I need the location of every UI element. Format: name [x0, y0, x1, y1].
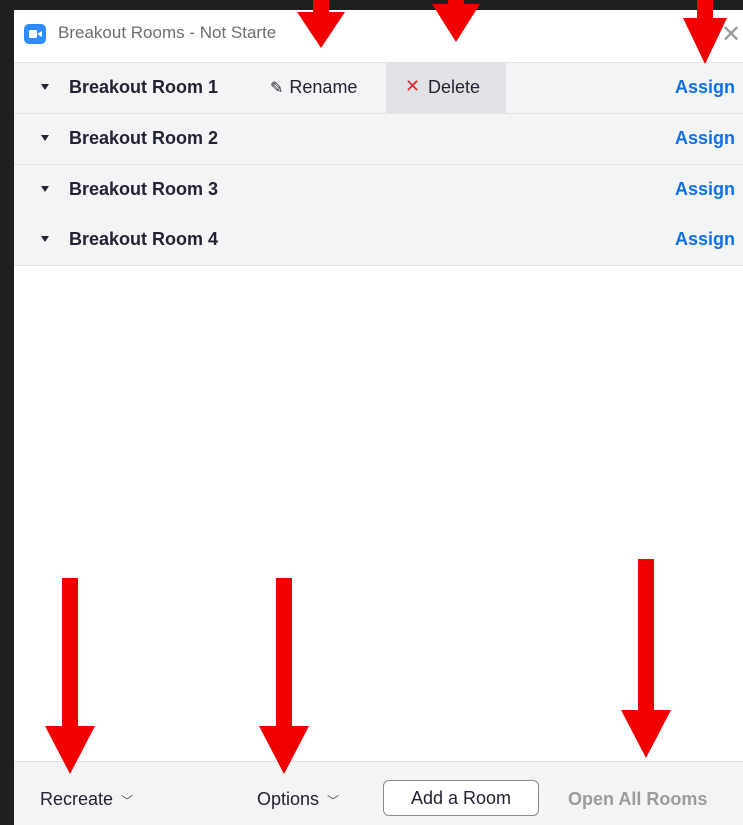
- room-row[interactable]: Breakout Room 1 ✎ Rename ✕ Delete Assign: [14, 63, 743, 114]
- delete-button[interactable]: ✕ Delete: [386, 63, 506, 113]
- footer-bar: Recreate ﹀ Options ﹀ Add a Room Open All R…: [14, 761, 743, 825]
- add-room-button[interactable]: Add a Room: [383, 780, 539, 816]
- options-label: Options: [257, 789, 320, 809]
- title-bar: Breakout Rooms - Not Starte ✕: [14, 10, 743, 63]
- room-row[interactable]: Breakout Room 2 Assign: [14, 114, 743, 165]
- caret-down-icon[interactable]: [41, 135, 49, 141]
- zoom-camera-icon: [24, 24, 46, 44]
- caret-down-icon[interactable]: [41, 84, 49, 90]
- room-name: Breakout Room 4: [69, 229, 219, 249]
- assign-button[interactable]: Assign: [675, 128, 735, 149]
- room-row[interactable]: Breakout Room 4 Assign: [14, 215, 743, 266]
- room-name: Breakout Room 2: [69, 128, 219, 148]
- open-all-rooms-button[interactable]: Open All Rooms: [568, 789, 707, 810]
- rename-button[interactable]: ✎ Rename: [270, 77, 357, 98]
- window-title: Breakout Rooms - Not Starte: [58, 23, 277, 42]
- assign-button[interactable]: Assign: [675, 229, 735, 250]
- breakout-rooms-window: Breakout Rooms - Not Starte ✕ Breakout R…: [14, 10, 743, 825]
- caret-down-icon[interactable]: [41, 236, 49, 242]
- room-name: Breakout Room 1: [69, 77, 219, 97]
- rename-label: Rename: [289, 77, 358, 97]
- room-row[interactable]: Breakout Room 3 Assign: [14, 165, 743, 216]
- chevron-down-icon: ﹀: [327, 794, 340, 808]
- recreate-label: Recreate: [40, 789, 114, 809]
- assign-button[interactable]: Assign: [675, 179, 735, 200]
- x-icon: ✕: [405, 76, 421, 96]
- recreate-dropdown[interactable]: Recreate ﹀: [40, 789, 133, 810]
- room-name: Breakout Room 3: [69, 179, 219, 199]
- options-dropdown[interactable]: Options ﹀: [257, 789, 339, 810]
- pencil-icon: ✎: [270, 80, 284, 97]
- chevron-down-icon: ﹀: [121, 794, 134, 808]
- delete-label: Delete: [428, 77, 481, 97]
- caret-down-icon[interactable]: [41, 186, 49, 192]
- assign-button[interactable]: Assign: [675, 77, 735, 98]
